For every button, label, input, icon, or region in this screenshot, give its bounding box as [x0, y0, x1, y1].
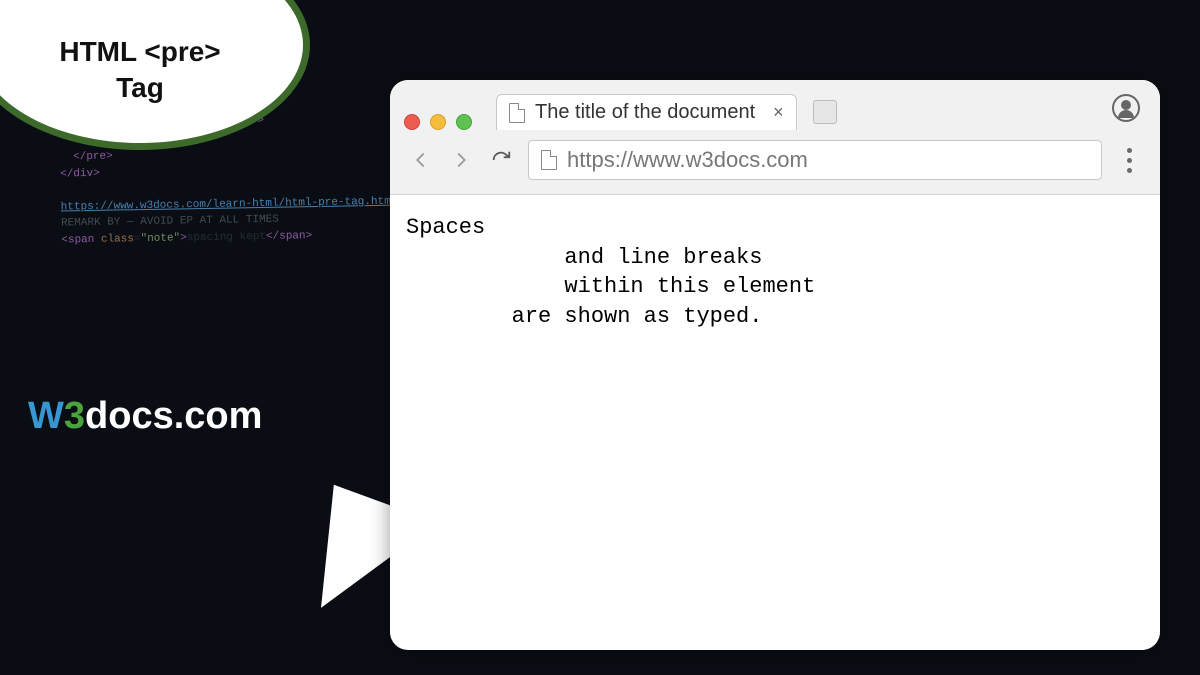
browser-chrome: The title of the document × https://www.… [390, 80, 1160, 195]
close-window-button[interactable] [404, 114, 420, 130]
address-bar[interactable]: https://www.w3docs.com [528, 140, 1102, 180]
window-controls [404, 114, 472, 130]
tab-bar: The title of the document × [390, 80, 1160, 130]
tab-title: The title of the document [535, 101, 755, 124]
page-icon [541, 150, 557, 170]
logo-3: 3 [64, 395, 85, 437]
reload-button[interactable] [488, 147, 514, 173]
page-icon [509, 103, 525, 123]
back-button[interactable] [408, 147, 434, 173]
bubble-title-line2: Tag [116, 72, 164, 103]
w3docs-logo: W3docs.com [28, 395, 262, 438]
bubble-title: HTML <pre> Tag [59, 34, 220, 107]
bubble-title-line1: HTML <pre> [59, 36, 220, 67]
page-viewport: Spaces and line breaks within this eleme… [390, 195, 1160, 350]
minimize-window-button[interactable] [430, 114, 446, 130]
logo-rest: docs.com [85, 395, 262, 437]
tab-close-button[interactable]: × [773, 102, 784, 123]
url-text: https://www.w3docs.com [567, 147, 808, 173]
new-tab-button[interactable] [813, 100, 837, 124]
toolbar: https://www.w3docs.com [390, 130, 1160, 194]
logo-w: W [28, 395, 64, 437]
browser-tab[interactable]: The title of the document × [496, 94, 797, 130]
profile-icon[interactable] [1112, 94, 1140, 122]
browser-window: The title of the document × https://www.… [390, 80, 1160, 650]
kebab-menu-icon[interactable] [1116, 148, 1142, 173]
maximize-window-button[interactable] [456, 114, 472, 130]
pre-output: Spaces and line breaks within this eleme… [406, 213, 1144, 332]
forward-button[interactable] [448, 147, 474, 173]
